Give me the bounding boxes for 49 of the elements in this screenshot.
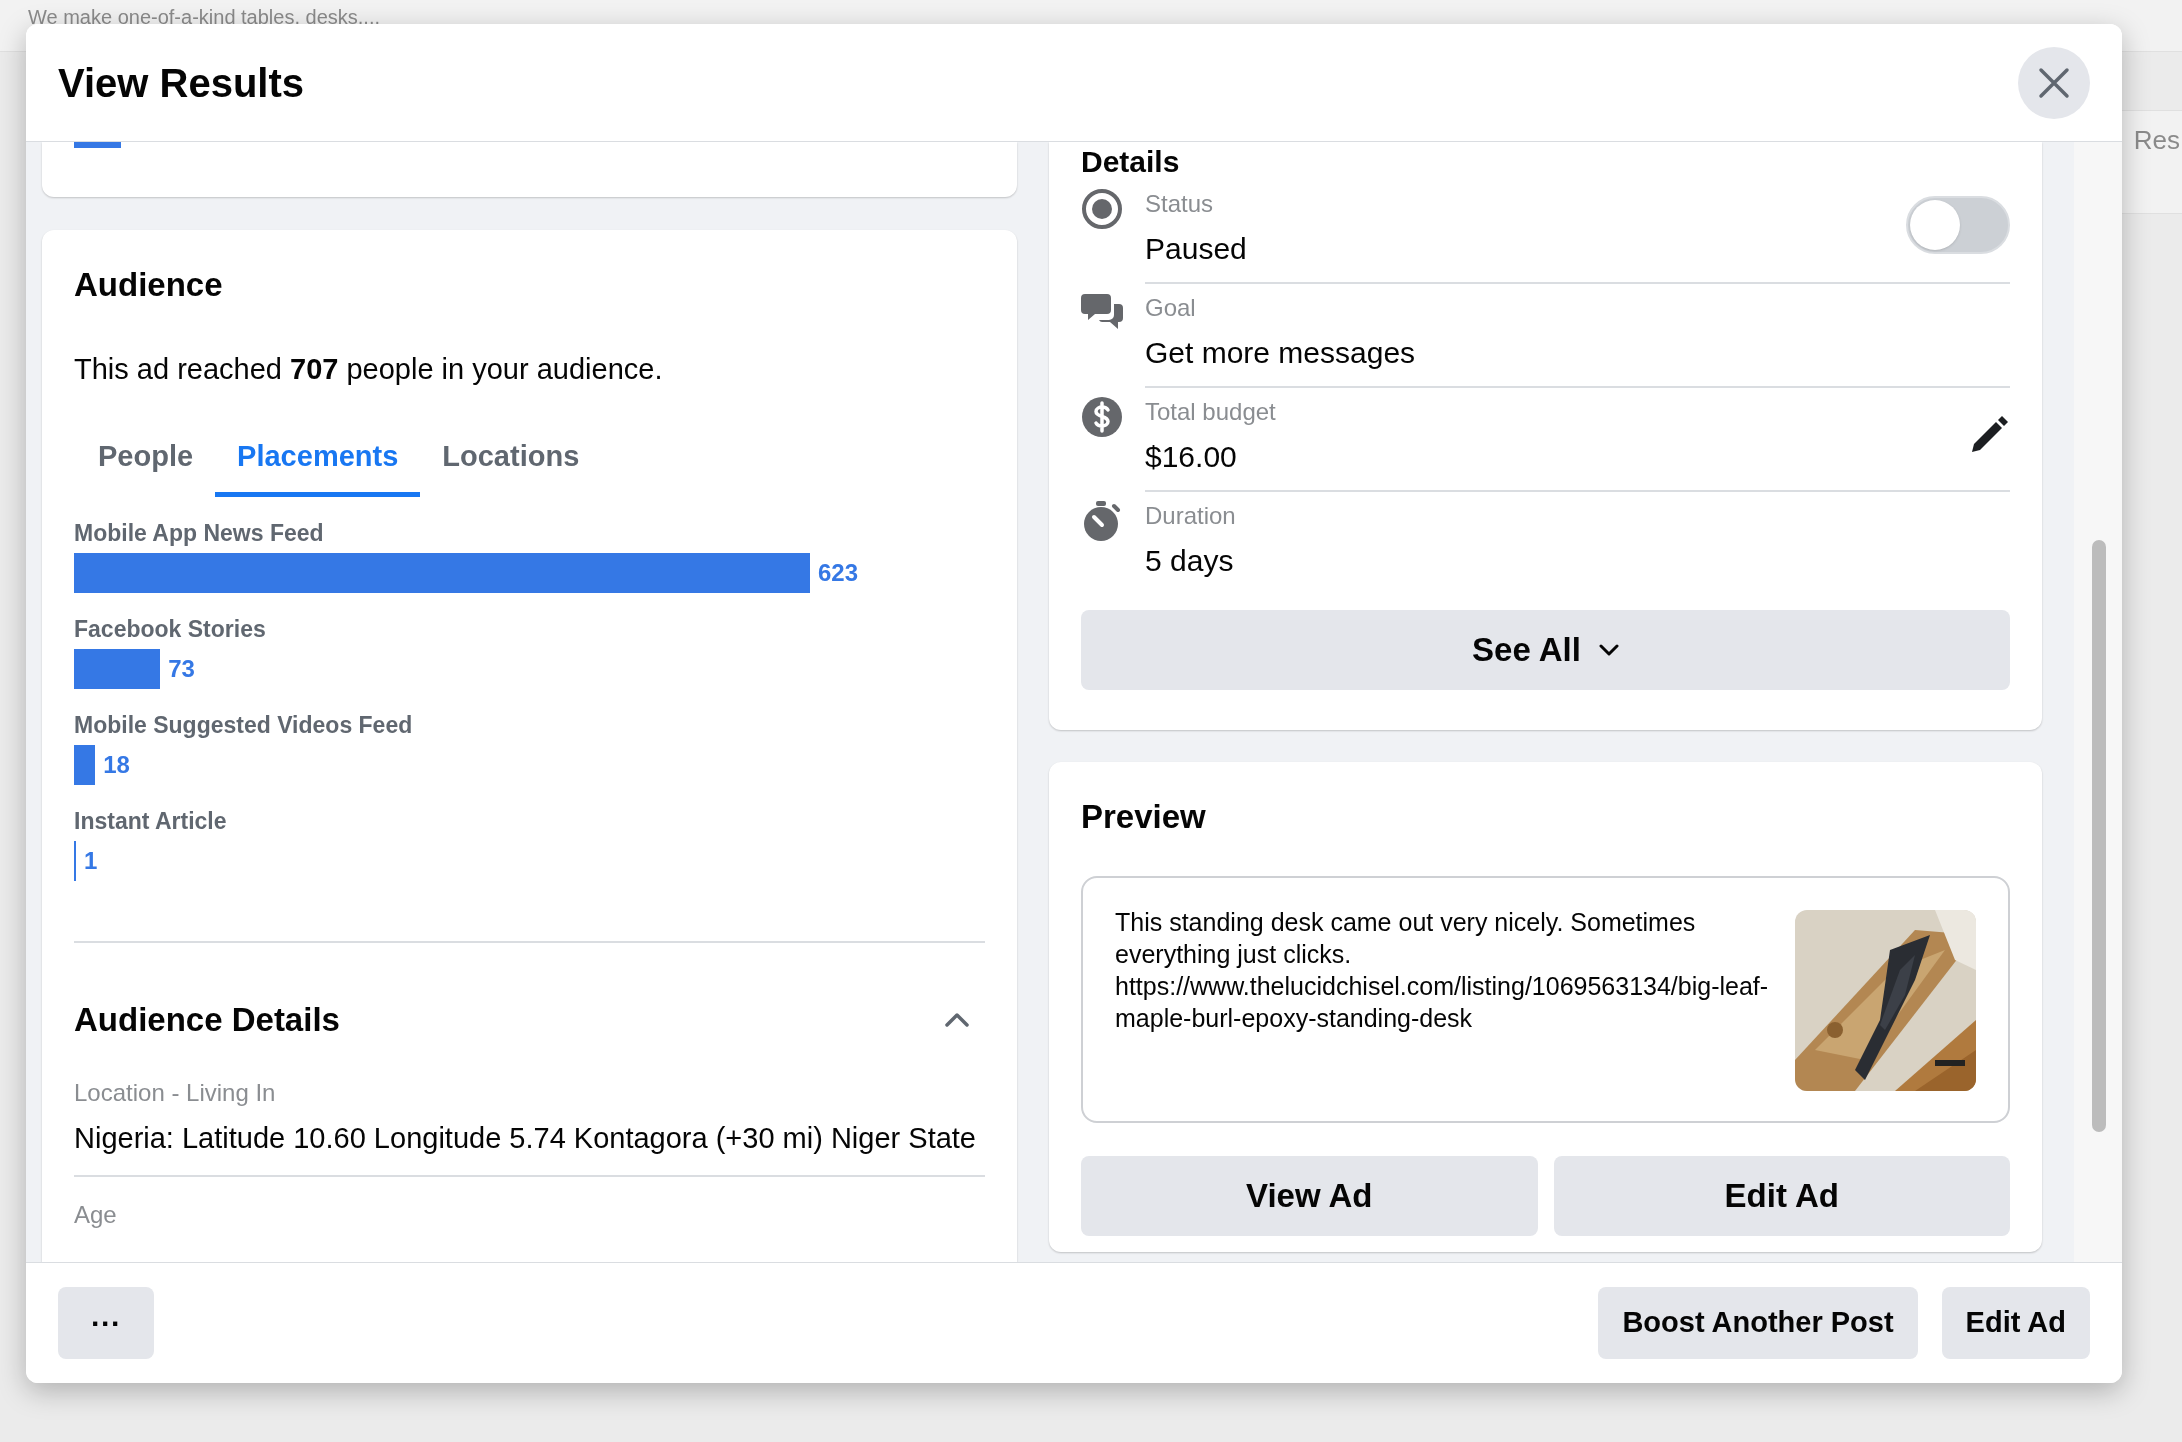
footer-button[interactable]: Edit Ad [1941,1287,2090,1359]
stopwatch-icon [1081,500,1123,542]
caret-icon [1598,644,1619,656]
tab[interactable]: Placements [215,421,421,497]
edit-button[interactable] [1970,414,2010,454]
footer-button[interactable]: Boost Another Post [1598,1287,1918,1359]
pencil-icon [1970,414,2010,454]
field-label: Status [1145,189,1215,219]
section-heading: Preview [1081,797,1207,837]
radio-icon [1081,188,1123,230]
bar-value: 1 [84,846,98,876]
bar-value: 73 [168,654,195,684]
field-label: Duration [1145,501,1236,531]
field-label: Location - Living In [74,1077,277,1108]
more-button[interactable]: ··· [58,1287,154,1359]
field-value: Get more messages [1145,335,1416,371]
field-label: Age [74,1199,118,1230]
field-value: 5 days [1145,543,1235,579]
toggle-switch[interactable] [1906,196,2010,254]
audience-summary: This ad reached 707 people in your audience. [74,351,664,387]
close-icon [2038,66,2070,99]
section-heading: Details [1081,144,1181,180]
field-value: $16.00 [1145,439,1238,475]
bar-value: 18 [103,750,130,780]
tab[interactable]: Locations [420,421,602,497]
bar [74,745,96,785]
bar-value: 623 [818,558,859,588]
tagline: We make one-of-a-kind tables, desks,... [28,5,380,30]
chevron-icon [944,1011,970,1028]
chat-bubbles-icon [1081,292,1123,332]
see-all-button[interactable]: See All [1081,610,2010,690]
dollar-icon [1081,396,1123,438]
ad-text: This standing desk came out very nicely. Sometimes everything just clicks. https://www.thelucidchisel.com/listing/1069563134/big-leaf-maple-burl-epoxy-standing-desk [1115,906,1770,1034]
ad-button[interactable]: Edit Ad [1553,1155,2010,1236]
scrollbar-thumb[interactable] [2092,540,2106,1132]
field-label: Total budget [1145,397,1276,427]
bar-label: Instant Article [74,807,228,835]
dialog-title: View Results [58,59,305,107]
section-heading: Audience [74,265,224,305]
bar-label: Facebook Stories [74,615,267,643]
bar-label: Mobile Suggested Videos Feed [74,711,414,739]
bar-label: Mobile App News Feed [74,519,325,547]
ad-button[interactable]: View Ad [1081,1155,1538,1236]
bar-fragment [74,142,121,148]
field-value: Paused [1145,231,1247,267]
section-heading: Audience Details [74,1000,340,1040]
tab[interactable]: People [76,421,216,497]
field-label: Goal [1145,293,1197,323]
field-value: Nigeria: Latitude 10.60 Longitude 5.74 Kontagora (+30 mi) Niger State [74,1120,977,1156]
